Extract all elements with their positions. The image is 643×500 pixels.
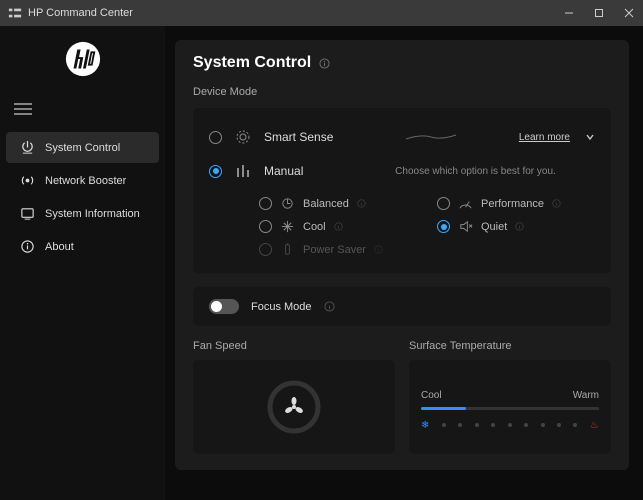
close-button[interactable] [623, 7, 635, 19]
hamburger-icon [14, 102, 32, 116]
device-mode-label: Device Mode [193, 86, 611, 98]
cool-icon [280, 219, 295, 234]
sidebar-item-about[interactable]: About [6, 231, 159, 262]
sidebar-item-system-control[interactable]: System Control [6, 132, 159, 163]
power-saver-icon [280, 242, 295, 257]
quiet-radio[interactable] [437, 220, 450, 233]
info-icon[interactable] [552, 199, 561, 208]
info-icon[interactable] [334, 222, 343, 231]
quiet-icon [458, 219, 473, 234]
info-icon[interactable] [515, 222, 524, 231]
sidebar-item-network-booster[interactable]: Network Booster [6, 165, 159, 196]
balanced-radio[interactable] [259, 197, 272, 210]
page-title: System Control [193, 54, 611, 72]
sidebar-item-label: About [45, 241, 74, 253]
performance-option[interactable]: Performance [437, 196, 595, 211]
system-info-icon [20, 206, 35, 221]
sidebar-item-system-information[interactable]: System Information [6, 198, 159, 229]
balanced-option[interactable]: Balanced [259, 196, 417, 211]
about-icon [20, 239, 35, 254]
sidebar-item-label: System Information [45, 208, 140, 220]
sidebar-item-label: Network Booster [45, 175, 126, 187]
manual-radio[interactable] [209, 165, 222, 178]
manual-desc: Choose which option is best for you. [356, 166, 595, 177]
temp-scale: ❄ ♨ [421, 420, 599, 431]
hp-logo [64, 40, 102, 78]
smart-sense-row: Smart Sense Learn more [209, 122, 595, 156]
minimize-button[interactable] [563, 7, 575, 19]
info-icon[interactable] [319, 58, 330, 69]
power-saver-radio [259, 243, 272, 256]
cool-option[interactable]: Cool [259, 219, 417, 234]
focus-mode-label: Focus Mode [251, 301, 312, 313]
info-icon[interactable] [357, 199, 366, 208]
temp-bar [421, 407, 599, 410]
smart-wave-icon [401, 132, 461, 142]
balanced-icon [280, 196, 295, 211]
smart-sense-icon [234, 128, 252, 146]
temp-cool-label: Cool [421, 390, 442, 401]
sidebar: System Control Network Booster System In… [0, 26, 165, 500]
sidebar-item-label: System Control [45, 142, 120, 154]
flame-icon: ♨ [590, 420, 599, 431]
manual-label: Manual [264, 164, 344, 178]
fan-speed-card: Fan Speed [193, 340, 395, 454]
maximize-button[interactable] [593, 7, 605, 19]
temp-warm-label: Warm [573, 390, 599, 401]
device-mode-box: Smart Sense Learn more Manual Choose whi… [193, 108, 611, 273]
fan-dial-icon [266, 379, 322, 435]
info-icon[interactable] [324, 301, 335, 312]
menu-toggle[interactable] [0, 96, 165, 131]
surface-temp-label: Surface Temperature [409, 340, 611, 352]
focus-mode-toggle[interactable] [209, 299, 239, 314]
smart-sense-label: Smart Sense [264, 130, 344, 144]
chevron-down-icon [585, 132, 595, 142]
surface-temp-card: Surface Temperature Cool Warm ❄ ♨ [409, 340, 611, 454]
power-saver-option: Power Saver [259, 242, 417, 257]
system-control-icon [20, 140, 35, 155]
performance-icon [458, 196, 473, 211]
quiet-option[interactable]: Quiet [437, 219, 595, 234]
snowflake-icon: ❄ [421, 420, 429, 431]
window-controls [563, 7, 635, 19]
performance-radio[interactable] [437, 197, 450, 210]
titlebar-title: HP Command Center [28, 7, 563, 19]
smart-sense-radio[interactable] [209, 131, 222, 144]
network-booster-icon [20, 173, 35, 188]
system-control-panel: System Control Device Mode Smart Sense L… [175, 40, 629, 470]
cool-radio[interactable] [259, 220, 272, 233]
learn-more-link[interactable]: Learn more [519, 132, 570, 143]
info-icon [374, 245, 383, 254]
titlebar: HP Command Center [0, 0, 643, 26]
manual-icon [234, 162, 252, 180]
app-icon [8, 6, 22, 20]
focus-mode-box: Focus Mode [193, 287, 611, 326]
manual-row: Manual Choose which option is best for y… [209, 156, 595, 190]
fan-speed-label: Fan Speed [193, 340, 395, 352]
